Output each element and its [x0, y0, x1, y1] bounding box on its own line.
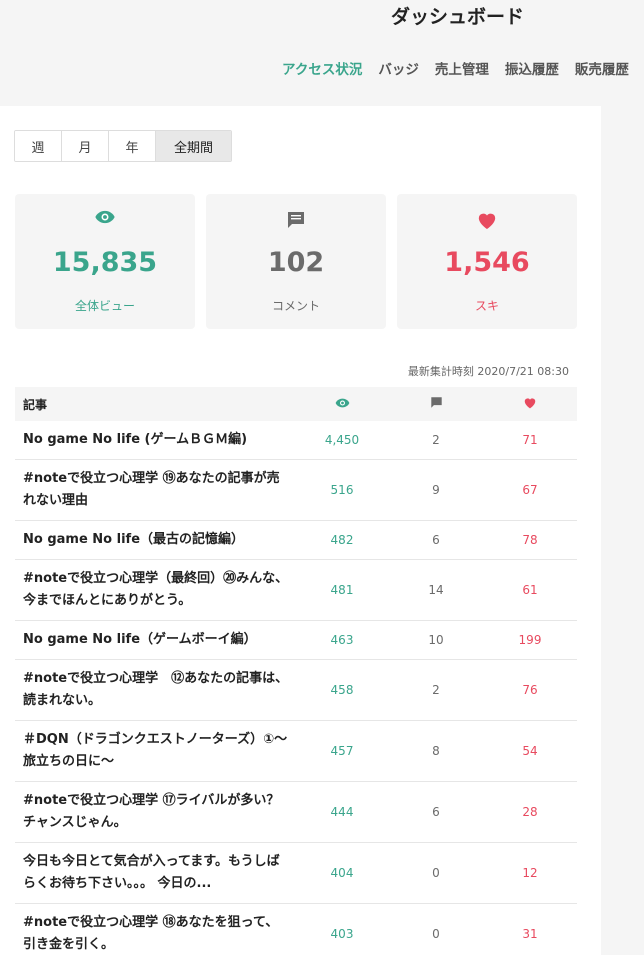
- views-cell: 516: [330, 483, 354, 497]
- views-cell: 403: [330, 927, 354, 941]
- comments-cell: 2: [432, 683, 440, 697]
- comment-icon: [206, 210, 386, 230]
- table-row: #noteで役立つ心理学 ⑲あなたの記事が売れない理由 516 9 67: [15, 460, 577, 521]
- likes-cell: 199: [518, 633, 542, 647]
- tab-sales[interactable]: 売上管理: [435, 58, 489, 78]
- likes-card: 1,546 スキ: [397, 194, 577, 329]
- article-title[interactable]: ＃DQN（ドラゴンクエストノーターズ）①～旅立ちの日に～: [23, 729, 289, 773]
- comments-card: 102 コメント: [206, 194, 386, 329]
- tab-access[interactable]: アクセス状況: [282, 58, 362, 78]
- views-cell: 482: [330, 533, 354, 547]
- period-selector: 週 月 年 全期間: [14, 130, 232, 162]
- comments-cell: 8: [432, 744, 440, 758]
- views-label: 全体ビュー: [74, 299, 135, 313]
- table-row: #noteで役立つ心理学（最終回）⑳みんな、今までほんとにありがとう。 481 …: [15, 560, 577, 621]
- comments-cell: 2: [432, 433, 440, 447]
- article-title-cell[interactable]: No game No life（ゲームボーイ編）: [15, 621, 295, 660]
- period-year-button[interactable]: 年: [109, 131, 156, 161]
- likes-cell: 71: [522, 433, 538, 447]
- article-title[interactable]: No game No life（最古の記憶編）: [23, 529, 289, 551]
- comments-cell: 6: [432, 533, 440, 547]
- page-title: ダッシュボード: [391, 6, 525, 28]
- views-cell: 463: [330, 633, 354, 647]
- likes-cell: 28: [522, 805, 538, 819]
- comments-cell: 10: [428, 633, 444, 647]
- table-row: ＃DQN（ドラゴンクエストノーターズ）①～旅立ちの日に～ 457 8 54: [15, 721, 577, 782]
- likes-cell: 78: [522, 533, 538, 547]
- article-title-cell[interactable]: No game No life (ゲームＢＧＭ編): [15, 421, 295, 460]
- likes-cell: 31: [522, 927, 538, 941]
- heart-icon: [524, 398, 536, 409]
- column-article-header: 記事: [23, 397, 48, 412]
- article-title[interactable]: #noteで役立つ心理学（最終回）⑳みんな、今までほんとにありがとう。: [23, 568, 289, 612]
- likes-cell: 76: [522, 683, 538, 697]
- table-header-row: 記事: [15, 387, 577, 421]
- article-title[interactable]: #noteで役立つ心理学 ⑫あなたの記事は、読まれない。: [23, 668, 289, 712]
- views-cell: 458: [330, 683, 354, 697]
- views-cell: 444: [330, 805, 354, 819]
- article-title-cell[interactable]: #noteで役立つ心理学 ⑱あなたを狙って、引き金を引く。: [15, 904, 295, 955]
- comments-cell: 14: [428, 583, 444, 597]
- heart-icon: [397, 210, 577, 230]
- column-comments-header: [389, 387, 483, 421]
- last-updated: 最新集計時刻 2020/7/21 08:30: [407, 365, 569, 378]
- article-title-cell[interactable]: ＃DQN（ドラゴンクエストノーターズ）①～旅立ちの日に～: [15, 721, 295, 782]
- likes-cell: 61: [522, 583, 538, 597]
- table-row: #noteで役立つ心理学 ⑰ライバルが多い？チャンスじゃん。 444 6 28: [15, 782, 577, 843]
- article-title-cell[interactable]: #noteで役立つ心理学 ⑰ライバルが多い？チャンスじゃん。: [15, 782, 295, 843]
- comment-icon: [430, 397, 442, 408]
- article-title[interactable]: #noteで役立つ心理学 ⑰ライバルが多い？チャンスじゃん。: [23, 790, 289, 834]
- views-total: 15,835: [52, 247, 158, 278]
- likes-total: 1,546: [444, 247, 530, 278]
- table-row: #noteで役立つ心理学 ⑫あなたの記事は、読まれない。 458 2 76: [15, 660, 577, 721]
- column-likes-header: [483, 387, 577, 421]
- comments-cell: 0: [432, 927, 440, 941]
- main-panel: 週 月 年 全期間 15,835 全体ビュー 102 コメント 1,546 スキ…: [0, 106, 601, 955]
- comments-cell: 6: [432, 805, 440, 819]
- article-title-cell[interactable]: #noteで役立つ心理学 ⑲あなたの記事が売れない理由: [15, 460, 295, 521]
- likes-cell: 67: [522, 483, 538, 497]
- comments-cell: 0: [432, 866, 440, 880]
- likes-label: スキ: [474, 299, 499, 313]
- table-row: No game No life（最古の記憶編） 482 6 78: [15, 521, 577, 560]
- article-title-cell[interactable]: 今日も今日とて気合が入ってます。もうしばらくお待ち下さい。。。 今日の...: [15, 843, 295, 904]
- period-month-button[interactable]: 月: [62, 131, 109, 161]
- views-cell: 457: [330, 744, 354, 758]
- table-row: No game No life（ゲームボーイ編） 463 10 199: [15, 621, 577, 660]
- article-title-cell[interactable]: No game No life（最古の記憶編）: [15, 521, 295, 560]
- period-week-button[interactable]: 週: [15, 131, 62, 161]
- views-cell: 4,450: [324, 433, 360, 447]
- eye-icon: [15, 210, 195, 224]
- table-row: No game No life (ゲームＢＧＭ編) 4,450 2 71: [15, 421, 577, 460]
- period-all-button[interactable]: 全期間: [156, 131, 231, 161]
- article-title-cell[interactable]: #noteで役立つ心理学 ⑫あなたの記事は、読まれない。: [15, 660, 295, 721]
- eye-icon: [335, 398, 349, 408]
- table-row: 今日も今日とて気合が入ってます。もうしばらくお待ち下さい。。。 今日の... 4…: [15, 843, 577, 904]
- article-title[interactable]: #noteで役立つ心理学 ⑲あなたの記事が売れない理由: [23, 468, 289, 512]
- likes-cell: 54: [522, 744, 538, 758]
- column-views-header: [295, 387, 389, 421]
- dashboard-tabs: アクセス状況 バッジ 売上管理 振込履歴 販売履歴: [282, 58, 644, 78]
- article-stats-table: 記事 No game No life (ゲームＢＧＭ編) 4,450 2 71: [15, 387, 577, 955]
- article-title-cell[interactable]: #noteで役立つ心理学（最終回）⑳みんな、今までほんとにありがとう。: [15, 560, 295, 621]
- comments-cell: 9: [432, 483, 440, 497]
- table-row: #noteで役立つ心理学 ⑱あなたを狙って、引き金を引く。 403 0 31: [15, 904, 577, 955]
- tab-badges[interactable]: バッジ: [378, 58, 419, 78]
- article-title[interactable]: 今日も今日とて気合が入ってます。もうしばらくお待ち下さい。。。 今日の...: [23, 851, 289, 895]
- comments-total: 102: [267, 247, 325, 278]
- views-cell: 481: [330, 583, 354, 597]
- article-title[interactable]: No game No life (ゲームＢＧＭ編): [23, 429, 289, 451]
- likes-cell: 12: [522, 866, 538, 880]
- views-cell: 404: [330, 866, 354, 880]
- views-card: 15,835 全体ビュー: [15, 194, 195, 329]
- article-title[interactable]: #noteで役立つ心理学 ⑱あなたを狙って、引き金を引く。: [23, 912, 289, 955]
- comments-label: コメント: [271, 299, 320, 313]
- tab-purchase-history[interactable]: 販売履歴: [575, 58, 629, 78]
- article-title[interactable]: No game No life（ゲームボーイ編）: [23, 629, 289, 651]
- tab-transfers[interactable]: 振込履歴: [505, 58, 559, 78]
